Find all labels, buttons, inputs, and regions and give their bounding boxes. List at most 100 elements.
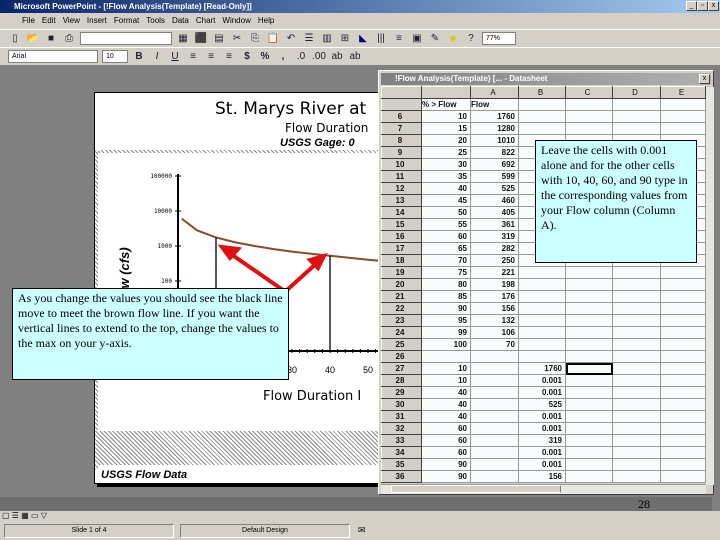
cell[interactable] xyxy=(612,278,661,291)
cell[interactable] xyxy=(518,326,566,339)
vertical-scrollbar[interactable] xyxy=(706,87,714,485)
row-header[interactable]: 20 xyxy=(381,278,422,291)
cell[interactable] xyxy=(565,470,613,483)
datasheet-close-button[interactable]: x xyxy=(699,74,710,84)
cell[interactable]: 250 xyxy=(470,254,519,267)
cell[interactable] xyxy=(565,302,613,315)
row-header[interactable]: 28 xyxy=(381,374,422,387)
cell[interactable] xyxy=(565,398,613,411)
cell[interactable]: 692 xyxy=(470,158,519,171)
cell[interactable] xyxy=(660,266,706,279)
cell[interactable] xyxy=(612,470,661,483)
cell[interactable] xyxy=(565,290,613,303)
cell[interactable] xyxy=(612,338,661,351)
cell[interactable]: 40 xyxy=(421,398,471,411)
drawing-icon[interactable]: ✎ xyxy=(428,32,442,46)
cell[interactable] xyxy=(660,458,706,471)
row-header[interactable]: 16 xyxy=(381,230,422,243)
cell[interactable]: 460 xyxy=(470,194,519,207)
cell[interactable] xyxy=(518,314,566,327)
cell[interactable] xyxy=(565,446,613,459)
cell[interactable]: 0.001 xyxy=(518,410,566,423)
cell[interactable] xyxy=(612,386,661,399)
cell[interactable] xyxy=(470,470,519,483)
cell[interactable]: 40 xyxy=(421,386,471,399)
row-header[interactable]: 6 xyxy=(381,110,422,123)
close-button[interactable]: x xyxy=(708,1,719,11)
row-header[interactable]: 8 xyxy=(381,134,422,147)
cell[interactable] xyxy=(612,446,661,459)
cell[interactable]: 525 xyxy=(470,182,519,195)
cell[interactable] xyxy=(518,278,566,291)
cell[interactable] xyxy=(565,458,613,471)
cell[interactable] xyxy=(470,458,519,471)
cell[interactable] xyxy=(470,350,519,363)
cell[interactable] xyxy=(612,98,661,111)
row-header[interactable]: 13 xyxy=(381,194,422,207)
row-header[interactable]: 18 xyxy=(381,254,422,267)
row-header[interactable]: 10 xyxy=(381,158,422,171)
cell[interactable]: 80 xyxy=(421,278,471,291)
cell[interactable]: 20 xyxy=(421,134,471,147)
cell[interactable] xyxy=(565,338,613,351)
row-header[interactable]: 34 xyxy=(381,446,422,459)
cell[interactable]: 75 xyxy=(421,266,471,279)
cell[interactable]: 60 xyxy=(421,446,471,459)
cell[interactable] xyxy=(660,110,706,123)
column-header[interactable] xyxy=(421,86,471,99)
cell[interactable] xyxy=(565,110,613,123)
cell[interactable] xyxy=(612,398,661,411)
cell[interactable]: 221 xyxy=(470,266,519,279)
column-header-a[interactable]: A xyxy=(470,86,519,99)
cell[interactable] xyxy=(660,302,706,315)
row-header[interactable]: 30 xyxy=(381,398,422,411)
cell[interactable]: 106 xyxy=(470,326,519,339)
cell[interactable] xyxy=(612,350,661,363)
cell[interactable]: 60 xyxy=(421,434,471,447)
cell[interactable]: 65 xyxy=(421,242,471,255)
cell[interactable]: 85 xyxy=(421,290,471,303)
cell[interactable] xyxy=(660,350,706,363)
cell[interactable] xyxy=(660,398,706,411)
row-header[interactable]: 33 xyxy=(381,434,422,447)
cell[interactable] xyxy=(612,434,661,447)
cell[interactable] xyxy=(660,470,706,483)
cell[interactable]: 176 xyxy=(470,290,519,303)
cell[interactable]: 1760 xyxy=(518,362,566,375)
cell[interactable] xyxy=(565,410,613,423)
cell[interactable] xyxy=(612,290,661,303)
row-header[interactable]: 11 xyxy=(381,170,422,183)
cell[interactable]: 70 xyxy=(470,338,519,351)
cell[interactable] xyxy=(518,302,566,315)
cell[interactable] xyxy=(660,326,706,339)
row-header[interactable]: 27 xyxy=(381,362,422,375)
cell[interactable]: 90 xyxy=(421,470,471,483)
cell[interactable]: 60 xyxy=(421,230,471,243)
select-all-corner[interactable] xyxy=(381,86,422,99)
cell[interactable] xyxy=(518,338,566,351)
cell[interactable] xyxy=(612,266,661,279)
cell[interactable] xyxy=(565,326,613,339)
cell[interactable]: 90 xyxy=(421,302,471,315)
cell[interactable]: 99 xyxy=(421,326,471,339)
cell[interactable]: 319 xyxy=(518,434,566,447)
cell[interactable] xyxy=(565,350,613,363)
cell[interactable] xyxy=(470,434,519,447)
cell[interactable] xyxy=(612,326,661,339)
cell[interactable]: 525 xyxy=(518,398,566,411)
cell[interactable]: % > Flow xyxy=(421,98,471,111)
cell[interactable] xyxy=(660,314,706,327)
cell[interactable] xyxy=(565,362,613,375)
cell[interactable]: Flow xyxy=(470,98,519,111)
cell[interactable] xyxy=(470,386,519,399)
row-header[interactable]: 17 xyxy=(381,242,422,255)
cell[interactable] xyxy=(660,446,706,459)
cell[interactable]: 0.001 xyxy=(518,458,566,471)
cell[interactable] xyxy=(612,122,661,135)
cell[interactable] xyxy=(565,434,613,447)
cell[interactable] xyxy=(612,374,661,387)
cell[interactable] xyxy=(660,290,706,303)
cell[interactable]: 361 xyxy=(470,218,519,231)
cell[interactable] xyxy=(518,290,566,303)
cell[interactable] xyxy=(660,338,706,351)
